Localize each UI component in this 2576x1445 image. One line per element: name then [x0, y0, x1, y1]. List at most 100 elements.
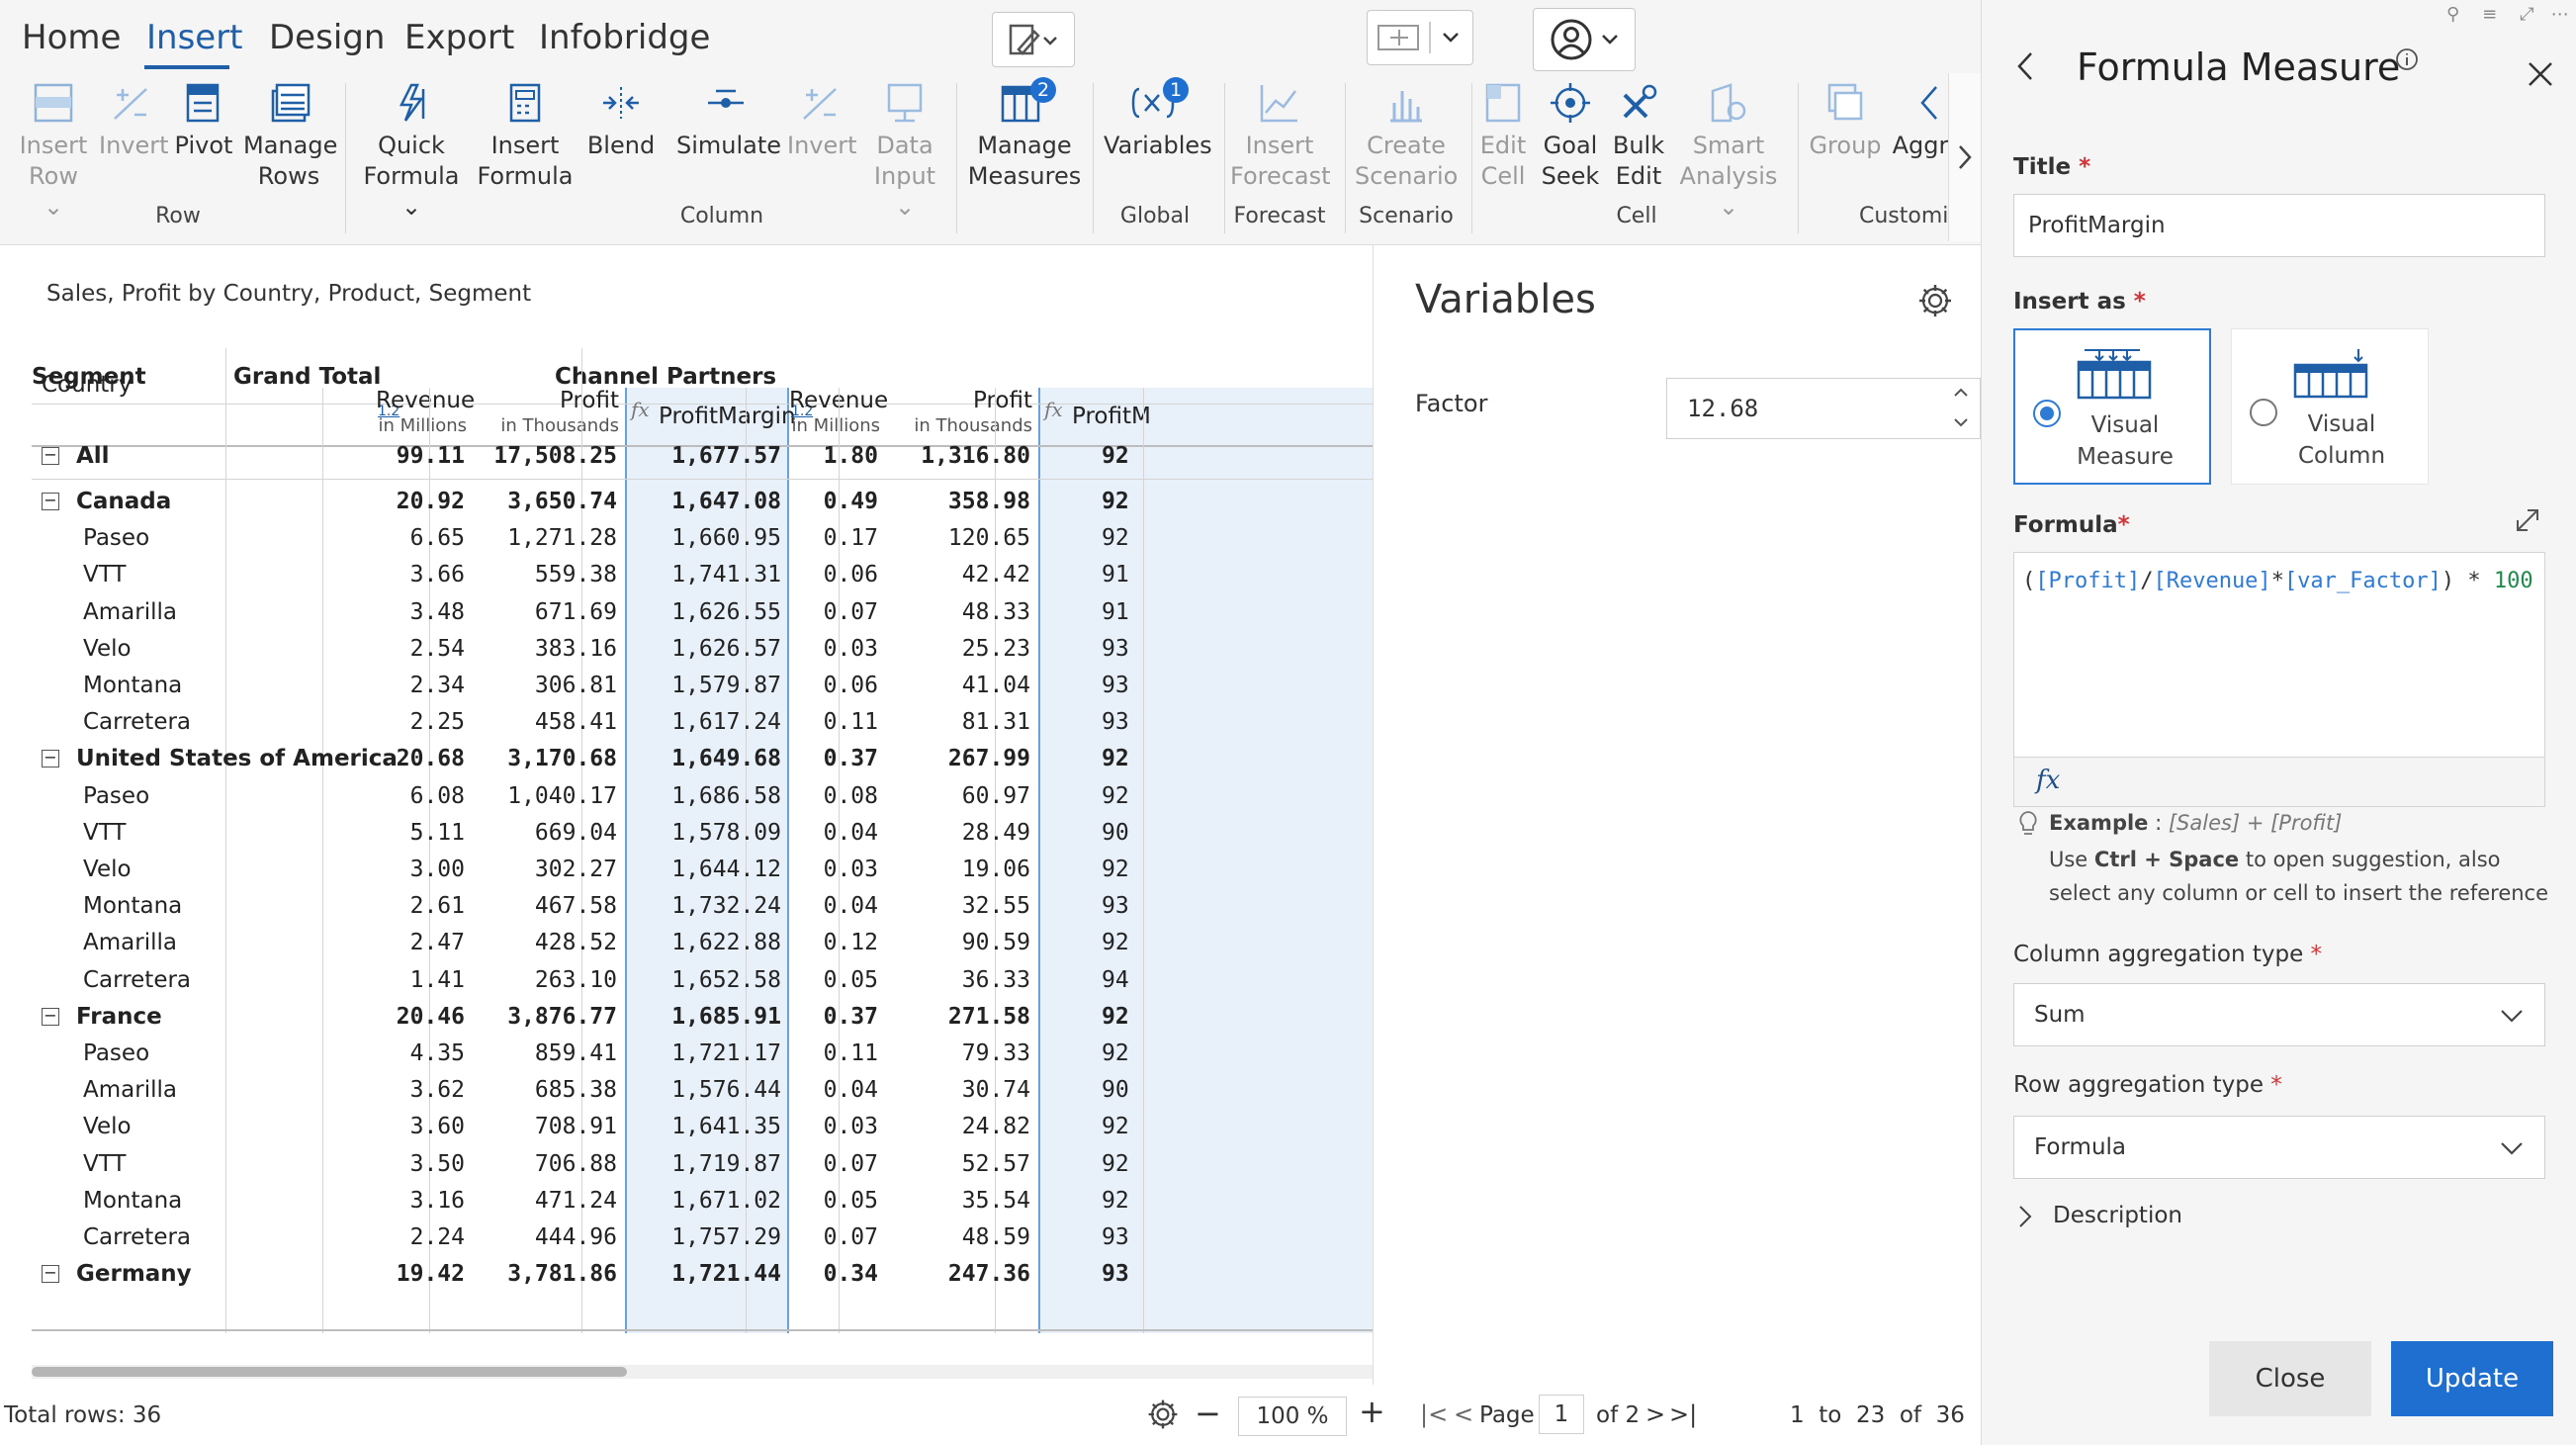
- visual-column-text: Visual Column: [2297, 411, 2386, 469]
- ribbon-separator: [956, 83, 957, 233]
- visual-measure-option[interactable]: Visual Measure: [2013, 328, 2211, 485]
- visual-column-option[interactable]: Visual Column: [2231, 328, 2429, 485]
- update-button[interactable]: Update: [2391, 1341, 2553, 1416]
- ribbon-scroll-right[interactable]: [1948, 73, 1981, 241]
- variables-button[interactable]: 1 Variables: [1104, 77, 1212, 161]
- info-icon[interactable]: [2395, 47, 2419, 75]
- collapse-toggle-icon[interactable]: −: [42, 1265, 59, 1283]
- formula-editor[interactable]: ([Profit]/[Revenue]*[var_Factor]) * 100: [2013, 552, 2545, 758]
- measure-header[interactable]: Profit: [886, 388, 1032, 413]
- insert-forecast-button[interactable]: Insert Forecast: [1230, 81, 1331, 192]
- goal-seek-button[interactable]: Goal Seek: [1539, 81, 1602, 192]
- edit-mode-dropdown[interactable]: [992, 12, 1075, 67]
- formula-text[interactable]: ([Profit]/[Revenue]*[var_Factor]) * 100: [2022, 569, 2533, 593]
- group-button[interactable]: Group: [1808, 81, 1883, 161]
- table-cell: 81.31: [961, 709, 1030, 735]
- chevron-up-icon: [1954, 388, 1968, 397]
- column-aggregation-label: Column aggregation type *: [2013, 942, 2323, 967]
- tab-home[interactable]: Home: [22, 18, 121, 57]
- bulk-edit-button[interactable]: Bulk Edit: [1608, 81, 1669, 192]
- manage-rows-button[interactable]: Manage Rows: [243, 81, 337, 192]
- row-aggregation-select[interactable]: Formula: [2013, 1116, 2545, 1179]
- measure-header[interactable]: Revenue: [376, 388, 475, 413]
- first-page-button[interactable]: |<: [1420, 1400, 1448, 1428]
- invert-column-button[interactable]: Invert: [787, 81, 857, 161]
- page-input[interactable]: 1: [1539, 1395, 1584, 1434]
- collapse-toggle-icon[interactable]: −: [42, 1008, 59, 1026]
- zoom-out-button[interactable]: −: [1195, 1395, 1221, 1432]
- collapse-toggle-icon[interactable]: −: [42, 493, 59, 510]
- close-button[interactable]: Close: [2209, 1341, 2371, 1416]
- tab-insert[interactable]: Insert: [146, 18, 243, 57]
- manage-measures-button[interactable]: 2 Manage Measures: [967, 77, 1082, 192]
- factor-input[interactable]: 12.68: [1666, 378, 1981, 439]
- close-panel-button[interactable]: [2526, 59, 2555, 93]
- horizontal-scrollbar[interactable]: [32, 1365, 1375, 1379]
- variables-settings-button[interactable]: [1915, 281, 1955, 324]
- table-cell: 1,719.87: [671, 1151, 781, 1177]
- next-page-button[interactable]: >: [1645, 1400, 1665, 1428]
- formula-token: *: [2270, 569, 2284, 593]
- edit-cell-button[interactable]: Edit Cell: [1477, 81, 1529, 192]
- factor-decrement[interactable]: [1952, 414, 1970, 433]
- measure-header[interactable]: Profit: [473, 388, 619, 413]
- smart-analysis-button[interactable]: Smart Analysis ⌄: [1675, 81, 1782, 223]
- chevron-left-icon: [2017, 52, 2032, 80]
- insert-forecast-icon: [1260, 85, 1297, 123]
- table-cell: 93: [1102, 709, 1129, 735]
- table-cell: 0.17: [823, 525, 878, 551]
- table-cell: 3.48: [409, 599, 465, 625]
- collapse-toggle-icon[interactable]: −: [42, 447, 59, 465]
- blend-button[interactable]: Blend: [583, 81, 659, 161]
- aggregate-button[interactable]: Aggr: [1891, 81, 1950, 161]
- invert-row-button[interactable]: Invert: [99, 81, 169, 161]
- simulate-button[interactable]: Simulate: [676, 81, 781, 161]
- pin-icon[interactable]: ⚲: [2446, 4, 2459, 25]
- tab-infobridge[interactable]: Infobridge: [539, 18, 710, 57]
- table-cell: 669.04: [534, 820, 617, 846]
- user-menu[interactable]: [1533, 8, 1636, 71]
- insert-as-label: Insert as *: [2013, 289, 2146, 315]
- table-cell: 20.46: [396, 1004, 465, 1030]
- back-button[interactable]: [2013, 49, 2037, 87]
- quick-formula-button[interactable]: Quick Formula ⌄: [358, 81, 465, 223]
- tab-export[interactable]: Export: [404, 18, 514, 57]
- description-toggle[interactable]: Description: [2017, 1203, 2182, 1229]
- tab-design[interactable]: Design: [269, 18, 385, 57]
- more-icon[interactable]: ⋯: [2551, 4, 2569, 25]
- scrollbar-thumb[interactable]: [32, 1367, 627, 1377]
- table-cell: 1.41: [409, 967, 465, 993]
- measure-header[interactable]: Revenue: [789, 388, 888, 413]
- last-page-button[interactable]: >|: [1669, 1400, 1697, 1428]
- title-input[interactable]: ProfitMargin: [2013, 194, 2545, 257]
- filter-icon[interactable]: ≡: [2482, 4, 2497, 25]
- goal-seek-icon: [1551, 83, 1590, 123]
- table-cell: 1,732.24: [671, 893, 781, 919]
- zoom-in-button[interactable]: +: [1359, 1393, 1385, 1430]
- insert-formula-button[interactable]: Insert Formula: [477, 81, 574, 192]
- collapse-toggle-icon[interactable]: −: [42, 750, 59, 768]
- ribbon: Home Insert Design Export Infobridge Ins…: [0, 0, 1981, 245]
- factor-label: Factor: [1415, 390, 1488, 417]
- pivot-icon: [186, 83, 220, 123]
- zoom-input[interactable]: 100 %: [1238, 1397, 1347, 1436]
- insert-row-button[interactable]: Insert Row ⌄: [18, 81, 89, 223]
- table-cell: 1,626.57: [671, 636, 781, 662]
- insert-comment-dropdown[interactable]: [1367, 10, 1473, 65]
- grid-settings-button[interactable]: [1145, 1397, 1181, 1438]
- column-aggregation-select[interactable]: Sum: [2013, 983, 2545, 1046]
- pivot-button[interactable]: Pivot: [168, 81, 239, 161]
- table-cell: 247.36: [947, 1261, 1030, 1287]
- fx-icon[interactable]: fx: [2036, 766, 2060, 795]
- expand-icon[interactable]: ⤢: [2520, 4, 2533, 25]
- row-label: France: [76, 1004, 162, 1030]
- factor-increment[interactable]: [1952, 385, 1970, 404]
- group-row-label: Row: [155, 204, 201, 228]
- profit-margin-header[interactable]: ProfitMargin: [659, 404, 796, 429]
- prev-page-button[interactable]: <: [1454, 1400, 1473, 1428]
- profit-margin-header[interactable]: ProfitM: [1072, 404, 1151, 429]
- group-cell-label: Cell: [1616, 204, 1657, 228]
- create-scenario-button[interactable]: Create Scenario: [1355, 81, 1458, 192]
- expand-formula-button[interactable]: [2514, 506, 2541, 538]
- data-input-button[interactable]: Data Input ⌄: [862, 81, 947, 223]
